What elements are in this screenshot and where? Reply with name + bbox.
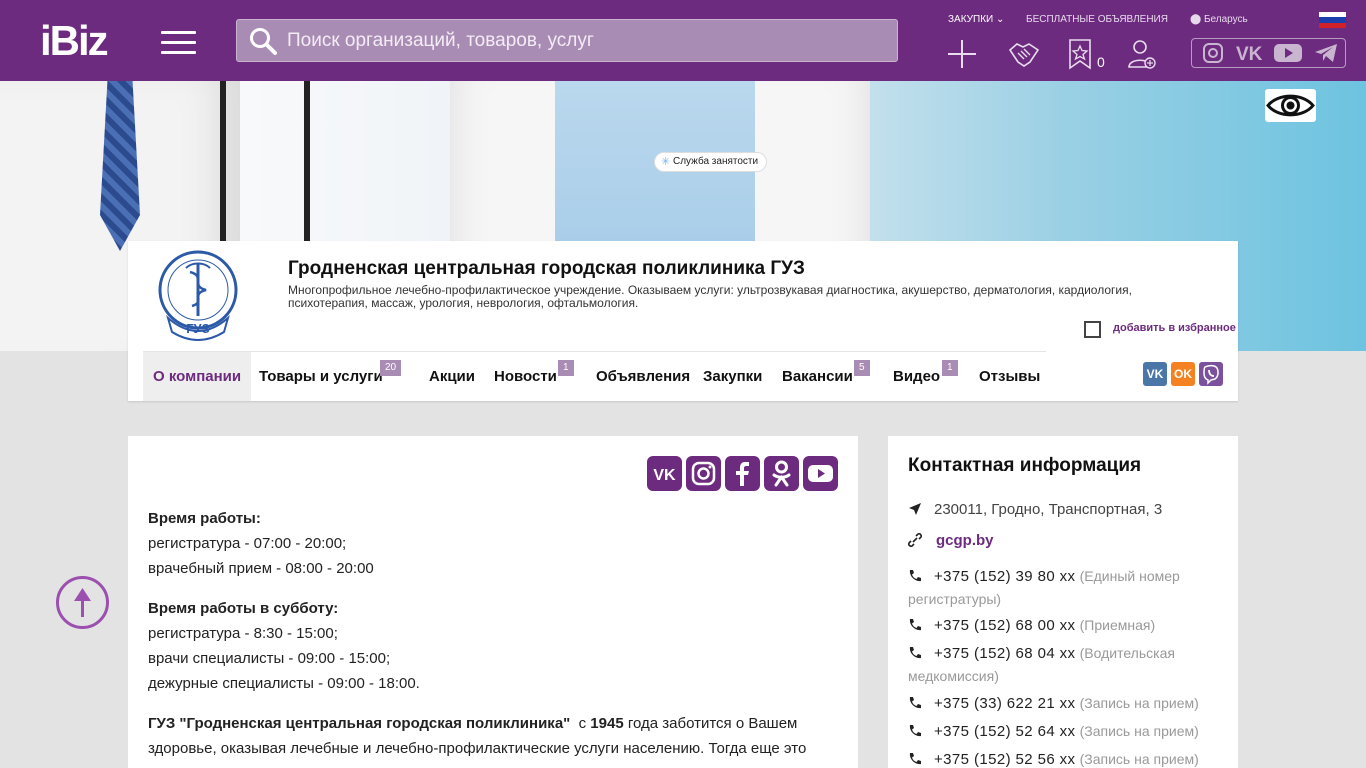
hours-line: регистратура - 07:00 - 20:00; [148,535,347,552]
tab-news[interactable]: Новости 1 [484,352,587,401]
viber-icon [1203,364,1219,385]
svg-text:VK: VK [1236,44,1263,63]
tab-about[interactable]: О компании [143,352,252,401]
tab-purchases[interactable]: Закупки [693,352,772,401]
scroll-top-button[interactable] [56,576,109,629]
hours-line: врачебный прием - 08:00 - 20:00 [148,560,374,577]
about-text: Время работы: регистратура - 07:00 - 20:… [148,506,838,768]
phone-number[interactable]: +375 (152) 52 64 xx [934,723,1075,740]
search-box[interactable] [236,19,898,62]
top-bar: iBiz ЗАКУПКИ ⌄ БЕСПЛАТНЫЕ ОБЪЯВЛЕНИЯ ⬤ Б… [0,0,1366,81]
phone-row: +375 (152) 68 00 xx (Приемная) [908,614,1218,637]
chevron-down-icon: ⌄ [995,14,1005,25]
tab-ads[interactable]: Объявления [586,352,700,401]
youtube-icon[interactable] [1274,43,1302,63]
site-logo[interactable]: iBiz [40,20,109,62]
contacts-title: Контактная информация [908,455,1142,476]
share-odnoklassniki-icon[interactable]: OK [1171,362,1195,386]
phone-icon [909,570,921,582]
facebook-icon[interactable] [725,456,760,491]
russian-flag-icon[interactable] [1319,12,1346,28]
favorites-count: 0 [1097,54,1105,70]
youtube-icon[interactable] [803,456,838,491]
saturday-title: Время работы в субботу: [148,600,339,617]
website-link[interactable]: gcgp.by [936,532,994,549]
phone-icon [909,697,921,709]
telegram-icon[interactable] [1314,43,1338,63]
address-row: 230011, Гродно, Транспортная, 3 [908,498,1218,521]
phone-icon [909,647,921,659]
phone-number[interactable]: +375 (152) 39 80 xx [934,568,1075,585]
accessibility-eye-button[interactable] [1265,89,1316,122]
add-favorite-link[interactable]: добавить в избранное [1113,322,1236,334]
arrow-up-icon [74,588,91,617]
about-paragraph: ГУЗ "Гродненская центральная городская п… [148,715,807,757]
search-icon [250,28,277,55]
phone-row: +375 (152) 39 80 xx (Единый номер регист… [908,568,1180,607]
instagram-icon[interactable] [686,456,721,491]
location-pin-icon: ⬤ [1190,14,1202,25]
plus-icon[interactable] [946,38,978,70]
company-logo: ГУЗ [158,250,238,341]
phone-row: +375 (152) 68 04 xx (Водительская медком… [908,645,1175,684]
svg-text:VK: VK [653,467,676,484]
region-selector[interactable]: ⬤ Беларусь [1190,14,1248,25]
saturday-line: дежурные специалисты - 09:00 - 18:00. [148,675,420,692]
phone-number[interactable]: +375 (152) 68 04 xx [934,645,1075,662]
saturday-line: регистратура - 8:30 - 15:00; [148,625,338,642]
sparkle-icon: ✳ [661,156,671,168]
tab-badge: 1 [942,360,958,376]
vk-icon[interactable]: VK [647,456,682,491]
phone-row: +375 (33) 622 21 xx (Запись на прием) [908,692,1218,715]
company-description: Многопрофильное лечебно-профилактическое… [288,283,1132,310]
phone-icon [909,619,921,631]
add-user-icon[interactable] [1126,38,1158,70]
website-row: gcgp.by [908,529,1218,552]
phone-row: +375 (152) 52 56 xx (Запись на прием) [908,748,1218,768]
link-icon [908,533,922,547]
phone-number[interactable]: +375 (33) 622 21 xx [934,695,1075,712]
tab-reviews[interactable]: Отзывы [969,352,1050,401]
free-ads-link[interactable]: БЕСПЛАТНЫЕ ОБЪЯВЛЕНИЯ [1026,14,1168,25]
handshake-icon[interactable] [1008,38,1040,70]
search-input[interactable] [287,20,887,61]
company-title: Гродненская центральная городская поликл… [288,258,805,279]
contacts-panel: Контактная информация 230011, Гродно, Тр… [888,436,1238,768]
tab-vacancies[interactable]: Вакансии 5 [772,352,885,401]
employment-service-tag[interactable]: ✳ Служба занятости [654,152,768,172]
svg-text:ГУЗ: ГУЗ [186,321,210,336]
phone-number[interactable]: +375 (152) 68 00 xx [934,617,1075,634]
vk-icon[interactable]: VK [1236,43,1266,63]
phone-icon [909,725,921,737]
share-viber-icon[interactable] [1199,362,1223,386]
tab-video[interactable]: Видео 1 [883,352,970,401]
add-favorite-checkbox[interactable] [1084,321,1101,338]
eye-icon [1266,94,1315,117]
odnoklassniki-icon[interactable] [764,456,799,491]
company-card: ГУЗ Гродненская центральная городская по… [128,241,1238,401]
phone-row: +375 (152) 52 64 xx (Запись на прием) [908,720,1218,743]
tab-badge: 5 [854,360,870,376]
favorites-star-icon[interactable] [1066,38,1098,70]
saturday-line: врачи специалисты - 09:00 - 15:00; [148,650,391,667]
social-links-box: VK [1191,38,1346,68]
instagram-icon[interactable] [1202,43,1224,63]
phone-number[interactable]: +375 (152) 52 56 xx [934,751,1075,768]
phone-icon [909,753,921,765]
location-arrow-icon [909,503,921,515]
purchases-link[interactable]: ЗАКУПКИ ⌄ [948,14,1004,25]
tab-badge: 20 [380,360,402,376]
menu-icon[interactable] [161,31,196,54]
about-panel: VK Время работы: регистратура - 07:00 - … [128,436,858,768]
hours-title: Время работы: [148,510,261,527]
tab-promotions[interactable]: Акции [419,352,485,401]
share-vk-icon[interactable]: VK [1143,362,1167,386]
tab-products[interactable]: Товары и услуги 20 [249,352,415,401]
tab-badge: 1 [558,360,574,376]
